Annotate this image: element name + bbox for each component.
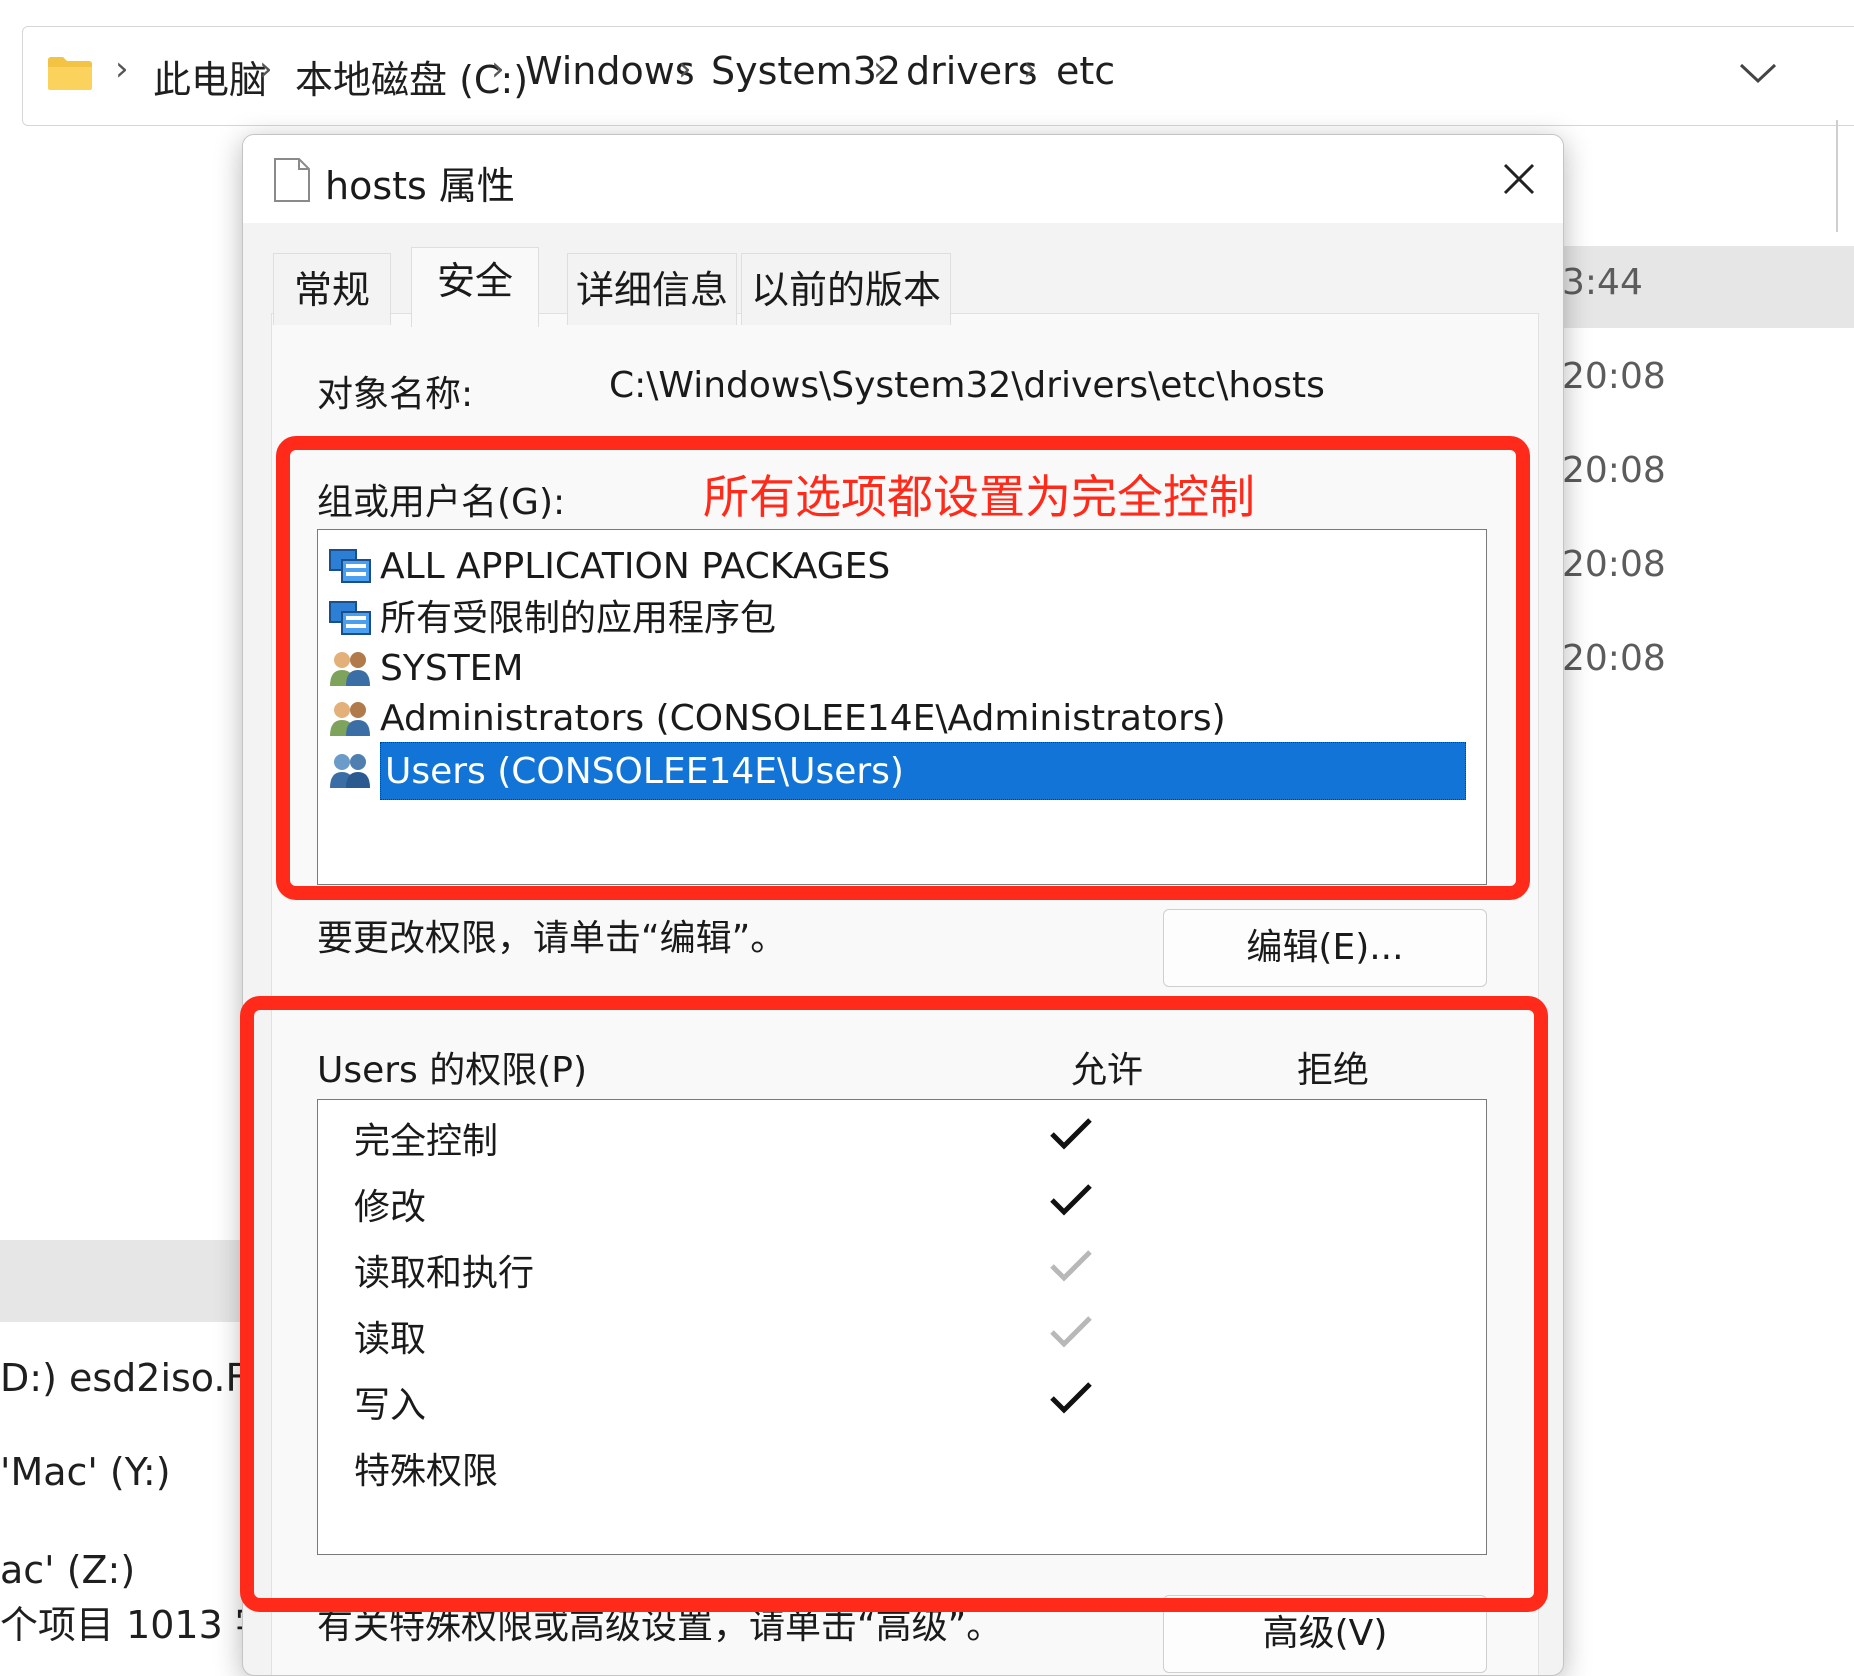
checkmark-icon[interactable] xyxy=(1048,1378,1094,1418)
file-modified-time: 20:08 xyxy=(1562,450,1666,491)
tab-details[interactable]: 详细信息 xyxy=(567,253,737,325)
permission-name: 修改 xyxy=(354,1187,427,1228)
chevron-down-icon[interactable] xyxy=(1733,53,1783,93)
advanced-button[interactable]: 高级(V) xyxy=(1163,1595,1487,1673)
annotation-note: 所有选项都设置为完全控制 xyxy=(703,470,1255,524)
object-name-label: 对象名称: xyxy=(317,374,474,415)
list-item-selected[interactable]: Users (CONSOLEE14E\Users) xyxy=(328,742,1478,800)
tab-general[interactable]: 常规 xyxy=(273,253,391,325)
allow-column-header: 允许 xyxy=(1071,1050,1144,1091)
breadcrumb-item[interactable]: drivers xyxy=(906,49,1038,93)
dialog-title: hosts 属性 xyxy=(325,164,515,208)
edit-button[interactable]: 编辑(E)... xyxy=(1163,909,1487,987)
object-name-value: C:\Windows\System32\drivers\etc\hosts xyxy=(609,365,1325,406)
permission-name: 特殊权限 xyxy=(354,1451,499,1492)
nav-drive-item[interactable]: ac' (Z:) xyxy=(0,1548,135,1592)
chevron-right-icon: › xyxy=(491,49,505,89)
permissions-header: Users 的权限(P) xyxy=(317,1050,588,1091)
checkmark-icon[interactable] xyxy=(1048,1180,1094,1220)
nav-drive-item[interactable]: D:) esd2iso.F1 xyxy=(0,1356,272,1400)
file-modified-time: 20:08 xyxy=(1562,544,1666,585)
nav-drive-item[interactable]: 'Mac' (Y:) xyxy=(0,1450,171,1494)
chevron-right-icon: › xyxy=(1023,49,1037,89)
tab-previous-versions[interactable]: 以前的版本 xyxy=(741,253,951,325)
breadcrumb-item[interactable]: 此电脑 xyxy=(153,49,267,104)
chevron-right-icon: › xyxy=(259,49,273,89)
user-listbox[interactable]: ALL APPLICATION PACKAGES 所有受限制的应用程序包 SYS… xyxy=(317,529,1487,885)
chevron-right-icon: › xyxy=(873,49,887,89)
group-user-label: 组或用户名(G): xyxy=(317,482,566,523)
list-item[interactable]: ALL APPLICATION PACKAGES xyxy=(328,538,1478,596)
permissions-list: 完全控制修改读取和执行读取写入特殊权限 xyxy=(317,1099,1487,1555)
tab-security[interactable]: 安全 xyxy=(411,247,539,327)
users-icon xyxy=(330,754,370,788)
checkmark-inherited-icon[interactable] xyxy=(1048,1312,1094,1352)
checkmark-inherited-icon[interactable] xyxy=(1048,1246,1094,1286)
advanced-hint-text: 有关特殊权限或高级设置，请单击“高级”。 xyxy=(317,1606,1003,1647)
deny-column-header: 拒绝 xyxy=(1297,1050,1370,1091)
permission-name: 读取 xyxy=(354,1319,427,1360)
file-icon xyxy=(274,158,310,202)
address-bar[interactable]: › 此电脑 › 本地磁盘 (C:) › Windows › System32 ›… xyxy=(22,26,1854,126)
file-modified-time: 20:08 xyxy=(1562,356,1666,397)
folder-icon xyxy=(48,57,92,90)
user-group-icon xyxy=(330,652,370,686)
permission-name: 读取和执行 xyxy=(354,1253,535,1294)
chevron-right-icon: › xyxy=(115,49,129,89)
list-item[interactable]: Administrators (CONSOLEE14E\Administrato… xyxy=(328,690,1478,748)
package-group-icon xyxy=(329,549,371,583)
breadcrumb-item[interactable]: etc xyxy=(1056,49,1115,93)
file-modified-time: 3:44 xyxy=(1562,262,1643,303)
user-group-icon xyxy=(330,702,370,736)
permission-name: 写入 xyxy=(354,1385,427,1426)
list-item-label: ALL APPLICATION PACKAGES xyxy=(380,546,891,587)
nav-pane-highlight[interactable] xyxy=(0,1240,250,1322)
properties-dialog: hosts 属性 常规 安全 详细信息 以前的版本 对象名称: C:\Windo… xyxy=(242,134,1564,1676)
list-item-label: Administrators (CONSOLEE14E\Administrato… xyxy=(380,698,1226,739)
file-modified-time: 20:08 xyxy=(1562,638,1666,679)
breadcrumb-item[interactable]: Windows xyxy=(525,49,695,93)
checkmark-icon[interactable] xyxy=(1048,1114,1094,1154)
permission-name: 完全控制 xyxy=(354,1121,499,1162)
window-divider xyxy=(1836,120,1838,232)
package-group-icon xyxy=(329,601,371,635)
dialog-titlebar[interactable]: hosts 属性 xyxy=(243,135,1563,223)
chevron-right-icon: › xyxy=(678,49,692,89)
edit-hint-text: 要更改权限，请单击“编辑”。 xyxy=(317,918,787,959)
list-item-label: Users (CONSOLEE14E\Users) xyxy=(380,742,1466,800)
close-icon[interactable] xyxy=(1493,153,1545,205)
